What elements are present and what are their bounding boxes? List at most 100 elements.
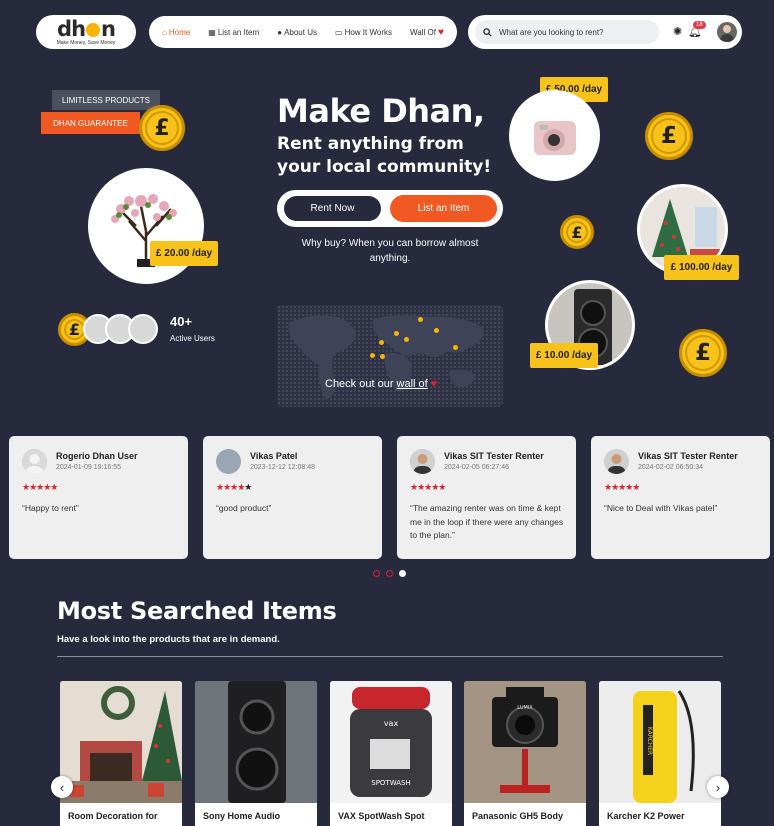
karcher-washer-photo: KÄRCHER — [599, 681, 721, 803]
nav-home[interactable]: ⌂ Home — [162, 28, 190, 37]
map-pin — [418, 317, 423, 322]
home-icon: ⌂ — [162, 27, 167, 37]
product-label: VAX SpotWash Spot — [338, 811, 425, 821]
default-user-icon — [22, 449, 47, 474]
review-text: “good product” — [216, 503, 272, 513]
svg-text:KÄRCHER: KÄRCHER — [646, 727, 653, 755]
chevron-right-icon: › — [715, 779, 721, 795]
carousel-dot[interactable] — [386, 570, 393, 577]
search-field[interactable] — [475, 20, 659, 44]
heart-icon: ♥ — [430, 378, 438, 390]
star-rating: ★★★★★ — [216, 482, 252, 492]
reviewer-photo — [604, 449, 629, 474]
camera-product-image[interactable] — [509, 90, 600, 181]
search-icon — [483, 27, 492, 37]
continents — [288, 315, 483, 400]
pound-coin-icon: £ — [645, 112, 693, 160]
dhan-guarantee-tag: DHAN GUARANTEE — [41, 112, 140, 134]
reviewer-name: Rogerio Dhan User — [56, 451, 138, 461]
pound-coin-icon: £ — [139, 105, 185, 151]
user-avatar[interactable] — [717, 22, 737, 42]
notification-badge: 18 — [693, 21, 706, 29]
why-buy-text: Why buy? When you can borrow almost anyt… — [301, 238, 479, 264]
product-image: LUMIX — [464, 681, 586, 803]
product-image: vax SPOTWASH — [330, 681, 452, 803]
room-decoration-photo — [60, 681, 182, 803]
vax-spotwash-photo: vax SPOTWASH — [330, 681, 452, 803]
main-nav: ⌂ Home ▦ List an Item ● About Us ▭ How It Wo… — [149, 16, 457, 48]
reviewer-avatar — [410, 449, 435, 474]
logo[interactable]: dh n Make Money, Save Money — [36, 15, 136, 49]
svg-text:vax: vax — [384, 719, 399, 728]
chat-icon: ▭ — [335, 27, 343, 37]
review-text: “The amazing renter was on time & kept m… — [410, 503, 564, 540]
product-image: KÄRCHER — [599, 681, 721, 803]
map-pin — [404, 337, 409, 342]
review-date: 2024-02-02 06:50:34 — [638, 464, 703, 471]
price-tag-speaker: £ 10.00 /day — [530, 343, 598, 368]
reviewer-photo — [410, 449, 435, 474]
review-card: Vikas SIT Tester Renter 2024-02-02 06:50… — [591, 436, 770, 559]
instant-camera-illustration — [534, 121, 576, 155]
product-image — [195, 681, 317, 803]
map-pin — [394, 331, 399, 336]
product-card[interactable]: Room Decoration for — [60, 681, 182, 826]
star-rating: ★★★★★ — [22, 482, 58, 492]
search-input[interactable] — [499, 27, 649, 37]
sony-speaker-photo — [195, 681, 317, 803]
logo-wordmark: dh n — [57, 16, 116, 41]
reviewer-avatar — [216, 449, 241, 474]
review-card: Rogerio Dhan User 2024-01-09 19:16:55 ★★… — [9, 436, 188, 559]
map-pin — [379, 340, 384, 345]
nav-list-item[interactable]: ▦ List an Item — [208, 28, 259, 37]
product-card[interactable]: vax SPOTWASH VAX SpotWash Spot — [330, 681, 452, 826]
list-icon: ▦ — [208, 27, 216, 37]
nav-about-us[interactable]: ● About Us — [277, 28, 317, 37]
map-pin — [380, 354, 385, 359]
tree-product-image[interactable] — [88, 168, 204, 284]
heart-icon: ♥ — [437, 26, 444, 38]
map-pin — [453, 345, 458, 350]
reviewer-name: Vikas SIT Tester Renter — [444, 451, 544, 461]
chevron-left-icon: ‹ — [59, 779, 65, 795]
product-image — [60, 681, 182, 803]
nav-wall-of[interactable]: Wall Of ♥ — [410, 27, 444, 38]
product-label: Room Decoration for — [68, 811, 158, 821]
wall-of-love-link[interactable]: Check out our wall of ♥ — [325, 378, 437, 390]
product-card[interactable]: Sony Home Audio — [195, 681, 317, 826]
panasonic-camera-photo: LUMIX — [464, 681, 586, 803]
review-date: 2023-12-12 12:08:48 — [250, 464, 315, 471]
hero-subtitle: Rent anything from your local community! — [277, 134, 492, 177]
logo-tagline: Make Money, Save Money — [56, 39, 116, 46]
price-tag-tree: £ 20.00 /day — [150, 241, 218, 266]
product-label: Panasonic GH5 Body — [472, 811, 564, 821]
carousel-prev-button[interactable]: ‹ — [51, 776, 73, 798]
rent-now-button[interactable]: Rent Now — [284, 196, 381, 221]
most-searched-title: Most Searched Items — [57, 597, 337, 625]
star-rating: ★★★★★ — [410, 482, 446, 492]
active-users-count: 40+ — [170, 314, 193, 329]
reviewer-avatar — [22, 449, 47, 474]
active-users-label: Active Users — [170, 334, 215, 343]
pound-coin-icon: £ — [560, 215, 594, 249]
user-avatar-placeholder — [128, 314, 158, 344]
map-pin — [434, 328, 439, 333]
hero-title: Make Dhan, — [277, 92, 485, 130]
most-searched-subtitle: Have a look into the products that are i… — [57, 634, 280, 645]
price-tag-christmas: £ 100.00 /day — [664, 255, 739, 280]
reviewer-avatar — [604, 449, 629, 474]
list-an-item-button[interactable]: List an Item — [390, 195, 497, 222]
product-card[interactable]: KÄRCHER Karcher K2 Power — [599, 681, 721, 826]
review-card: Vikas Patel 2023-12-12 12:08:48 ★★★★★ “g… — [203, 436, 382, 559]
nav-how-it-works[interactable]: ▭ How It Works — [335, 28, 392, 37]
svg-text:SPOTWASH: SPOTWASH — [371, 779, 410, 787]
review-text: “Happy to rent” — [22, 503, 79, 513]
product-card[interactable]: LUMIX Panasonic GH5 Body — [464, 681, 586, 826]
carousel-dot[interactable] — [373, 570, 380, 577]
world-map[interactable]: Check out our wall of ♥ — [277, 305, 503, 407]
carousel-dot-active[interactable] — [399, 570, 406, 577]
hero-cta-group: Rent Now List an Item — [277, 190, 503, 227]
review-date: 2024-01-09 19:16:55 — [56, 464, 121, 471]
carousel-next-button[interactable]: › — [707, 776, 729, 798]
lightbulb-icon[interactable]: ✺ — [673, 25, 682, 38]
